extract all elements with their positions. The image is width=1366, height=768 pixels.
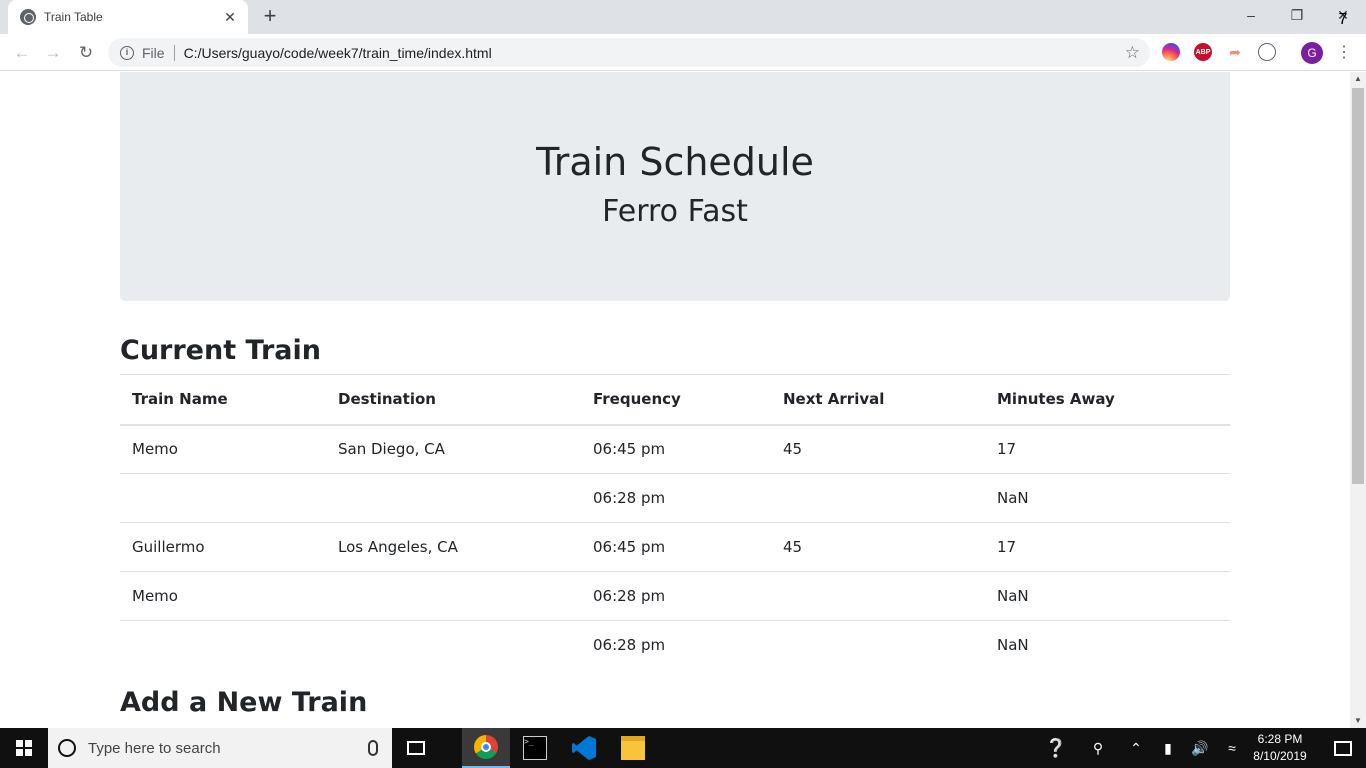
scheme-label: File <box>142 44 165 61</box>
url-text[interactable]: C:/Users/guayo/code/week7/train_time/ind… <box>184 45 1125 61</box>
column-header: Destination <box>326 374 581 426</box>
taskbar-chrome[interactable] <box>462 728 510 768</box>
table-cell <box>326 621 581 670</box>
adblock-plus-icon[interactable]: ABP <box>1194 43 1212 61</box>
table-header-row: Train Name Destination Frequency Next Ar… <box>120 374 1230 426</box>
search-placeholder: Type here to search <box>88 739 221 757</box>
taskbar: Type here to search >_ ❔ ⚲ ⌃ ▮ 🔊 ≈ 6:28 … <box>0 728 1366 768</box>
table-row: 06:28 pm NaN <box>120 621 1230 670</box>
back-arrow-icon[interactable]: ← <box>9 40 35 66</box>
table-row: Guillermo Los Angeles, CA 06:45 pm 45 17 <box>120 522 1230 572</box>
table-cell: San Diego, CA <box>326 424 581 474</box>
action-center-button[interactable] <box>1320 728 1366 768</box>
table-cell: 06:28 pm <box>593 636 666 655</box>
page-scrollbar[interactable]: ▲ ▼ <box>1350 72 1366 728</box>
train-table: Train Name Destination Frequency Next Ar… <box>120 374 1230 670</box>
clock-time: 6:28 PM <box>1257 732 1303 746</box>
new-tab-button[interactable]: + <box>258 5 282 29</box>
page-viewport: Train Schedule Ferro Fast Current Train … <box>0 72 1350 728</box>
divider <box>173 44 175 61</box>
table-cell: NaN <box>985 473 1230 523</box>
table-row: Memo San Diego, CA 06:45 pm 45 17 <box>120 424 1230 474</box>
table-cell: Los Angeles, CA <box>326 522 581 572</box>
table-cell <box>120 473 326 523</box>
restore-button[interactable]: ❐ <box>1274 0 1320 30</box>
scroll-up-icon[interactable]: ▲ <box>1350 72 1366 86</box>
table-cell: 45 <box>771 522 985 572</box>
task-view-icon <box>407 741 425 755</box>
devtools-extension-icon[interactable] <box>1258 43 1276 61</box>
table-cell: Memo <box>120 571 326 621</box>
windows-logo-icon <box>16 740 32 756</box>
jumbotron: Train Schedule Ferro Fast <box>120 72 1230 301</box>
table-cell: NaN <box>985 571 1230 621</box>
forward-arrow-icon[interactable]: → <box>40 40 66 66</box>
table-row: 06:28 pm NaN <box>120 473 1230 523</box>
column-header: Train Name <box>120 374 326 426</box>
chevron-up-icon[interactable]: ⌃ <box>1124 728 1148 768</box>
instagram-extension-icon[interactable] <box>1162 43 1180 61</box>
globe-icon <box>20 9 36 25</box>
table-cell: 17 <box>985 522 1230 572</box>
tab-strip: Train Table ✕ + – ❐ ✕ <box>0 0 1366 34</box>
taskbar-terminal[interactable]: >_ <box>511 728 559 768</box>
battery-icon[interactable]: ▮ <box>1156 728 1180 768</box>
reload-icon[interactable]: ↻ <box>73 40 99 66</box>
browser-tab[interactable]: Train Table ✕ <box>8 0 248 34</box>
table-cell <box>771 473 985 523</box>
add-train-heading: Add a New Train <box>120 687 368 718</box>
scroll-down-icon[interactable]: ▼ <box>1350 714 1366 728</box>
notification-icon <box>1334 740 1352 756</box>
cortana-icon <box>58 739 76 757</box>
browser-toolbar: ← → ↻ i File C:/Users/guayo/code/week7/t… <box>0 34 1366 71</box>
tab-title: Train Table <box>44 10 103 24</box>
taskbar-vscode[interactable] <box>560 728 608 768</box>
table-cell <box>771 571 985 621</box>
column-header: Minutes Away <box>985 374 1230 426</box>
current-train-heading: Current Train <box>120 335 321 366</box>
page-title: Train Schedule <box>536 140 814 184</box>
bookmark-star-icon[interactable]: ☆ <box>1125 43 1140 63</box>
page-subtitle: Ferro Fast <box>602 194 748 229</box>
table-cell: 06:45 pm <box>581 424 771 474</box>
table-row: Memo 06:28 pm NaN <box>120 571 1230 621</box>
notification-count-badge: 7 <box>1338 11 1348 28</box>
table-cell: Guillermo <box>120 522 326 572</box>
start-button[interactable] <box>0 728 48 768</box>
minimize-button[interactable]: – <box>1228 0 1274 30</box>
column-header: Frequency <box>581 374 771 426</box>
table-cell: 06:45 pm <box>581 522 771 572</box>
table-cell <box>771 621 985 670</box>
table-cell <box>326 473 581 523</box>
volume-icon[interactable]: 🔊 <box>1188 728 1212 768</box>
table-cell: Memo <box>120 424 326 474</box>
info-icon[interactable]: i <box>120 45 134 60</box>
table-cell: 06:28 pm <box>581 571 771 621</box>
chrome-icon <box>474 735 498 759</box>
taskbar-search[interactable]: Type here to search <box>48 728 392 768</box>
tab-close-icon[interactable]: ✕ <box>222 9 238 26</box>
microphone-icon[interactable] <box>368 740 378 756</box>
table-cell: 45 <box>771 424 985 474</box>
table-cell: NaN <box>997 636 1029 655</box>
column-header: Next Arrival <box>771 374 985 426</box>
help-icon[interactable]: ❔ <box>1042 728 1070 768</box>
folder-icon <box>621 736 645 760</box>
table-cell: 17 <box>985 424 1230 474</box>
table-cell: 06:28 pm <box>581 473 771 523</box>
people-icon[interactable]: ⚲ <box>1084 728 1112 768</box>
clock-date: 8/10/2019 <box>1253 749 1307 763</box>
terminal-icon: >_ <box>523 736 547 760</box>
vscode-icon <box>572 736 596 760</box>
share-extension-icon[interactable]: ➦ <box>1226 43 1244 61</box>
task-view-button[interactable] <box>392 728 440 768</box>
address-bar[interactable]: i File C:/Users/guayo/code/week7/train_t… <box>108 38 1150 67</box>
table-cell <box>326 571 581 621</box>
profile-avatar[interactable]: G <box>1301 42 1323 64</box>
taskbar-clock[interactable]: 6:28 PM 8/10/2019 <box>1240 731 1320 765</box>
table-cell <box>120 621 326 670</box>
menu-icon[interactable]: ⋮ <box>1336 42 1352 64</box>
scrollbar-thumb[interactable] <box>1352 88 1364 484</box>
taskbar-file-explorer[interactable] <box>609 728 657 768</box>
